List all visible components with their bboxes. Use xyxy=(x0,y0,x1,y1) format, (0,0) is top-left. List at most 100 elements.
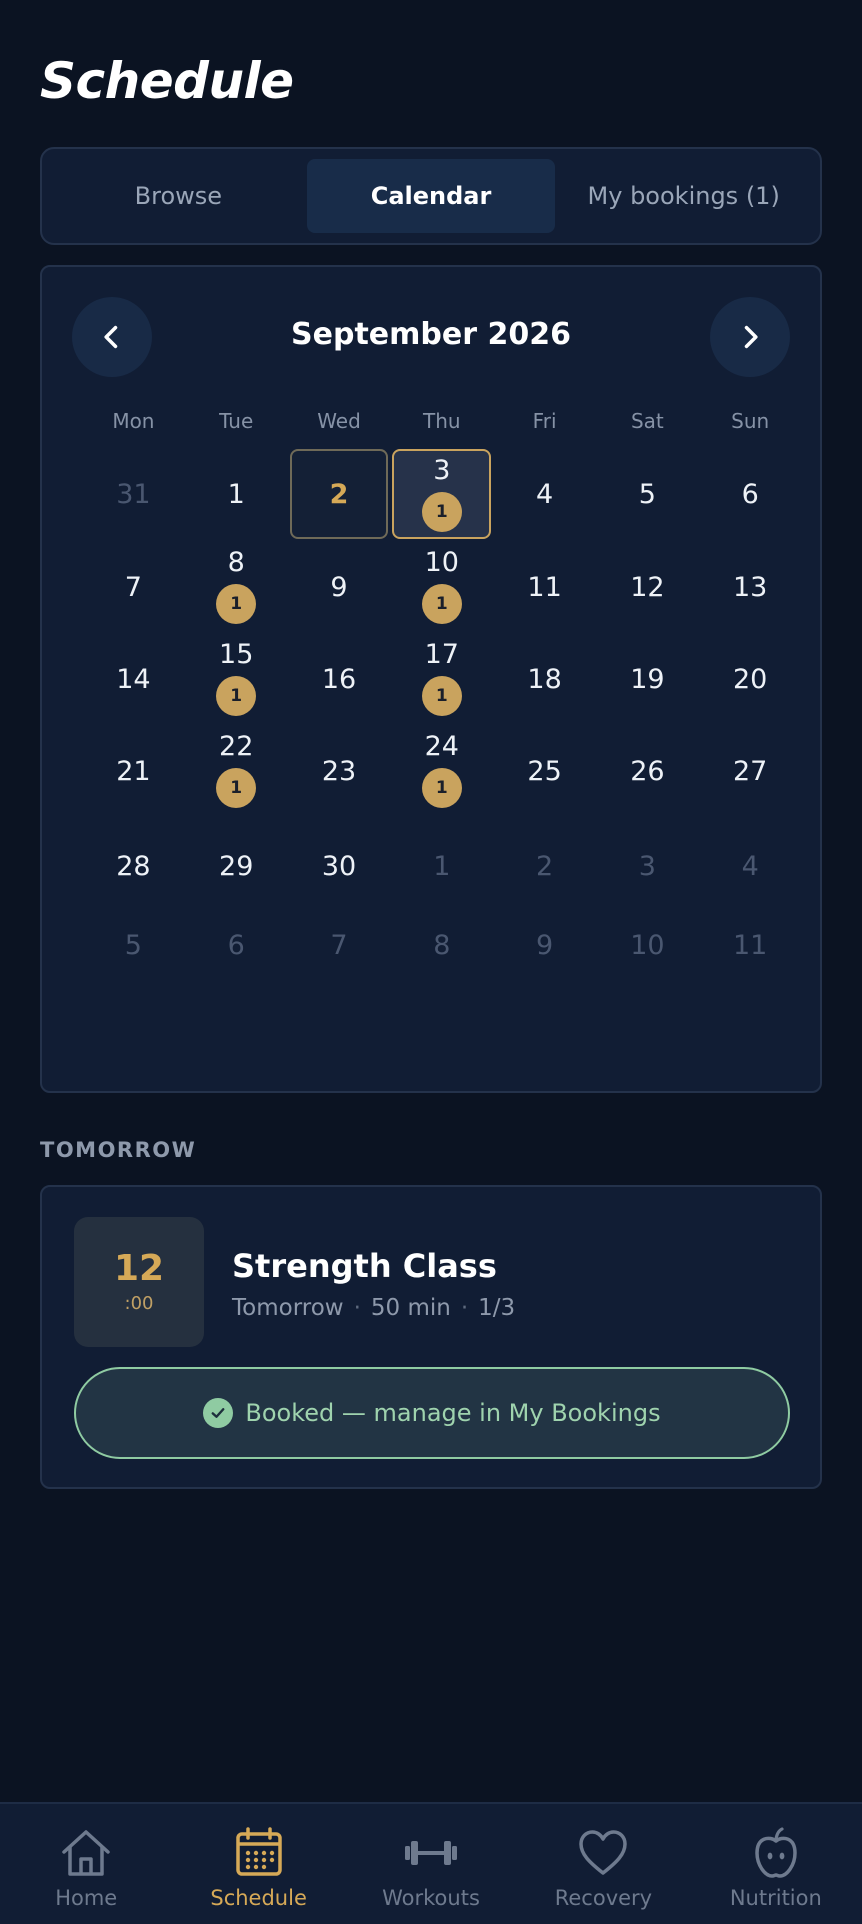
day-number: 5 xyxy=(638,478,656,510)
dumbbell-icon xyxy=(405,1841,458,1865)
calendar-day[interactable]: 24 1 xyxy=(392,727,491,815)
calendar-day[interactable]: 29 xyxy=(187,819,286,913)
day-number: 20 xyxy=(733,663,768,695)
tab-calendar[interactable]: Calendar xyxy=(306,159,556,233)
calendar-day[interactable]: 6 xyxy=(187,917,286,973)
booking-count-badge: 1 xyxy=(421,676,462,716)
calendar-day[interactable]: 20 xyxy=(701,635,800,723)
calendar-day[interactable]: 7 xyxy=(290,917,389,973)
chevron-right-icon xyxy=(744,325,758,349)
calendar-day[interactable]: 10 xyxy=(598,917,697,973)
nav-label-nutrition: Nutrition xyxy=(729,1886,822,1910)
weekday-label: Fri xyxy=(532,409,557,433)
calendar-day[interactable]: 13 xyxy=(701,543,800,631)
event-card[interactable]: 12 :00 Strength Class Tomorrow · 50 min … xyxy=(40,1185,822,1489)
tab-browse[interactable]: Browse xyxy=(54,159,303,233)
calendar-day[interactable]: 1 xyxy=(392,819,491,913)
day-number: 13 xyxy=(733,571,768,603)
booking-count-badge: 1 xyxy=(421,492,462,532)
day-number: 22 xyxy=(219,731,254,762)
nav-item-home[interactable]: Home xyxy=(0,1804,172,1924)
calendar-day[interactable]: 4 xyxy=(701,819,800,913)
event-capacity: 1/3 xyxy=(478,1295,516,1321)
day-number: 26 xyxy=(630,755,665,787)
day-number: 4 xyxy=(535,478,554,510)
day-number: 2 xyxy=(535,850,554,882)
day-number: 19 xyxy=(630,663,665,695)
calendar-day[interactable]: 17 1 xyxy=(392,635,491,723)
booked-status-button[interactable]: Booked — manage in My Bookings xyxy=(74,1367,790,1459)
calendar-day[interactable]: 31 xyxy=(84,449,183,539)
calendar-day[interactable]: 5 xyxy=(598,449,697,539)
calendar-day[interactable]: 1 xyxy=(187,449,286,539)
nav-item-recovery[interactable]: Recovery xyxy=(517,1804,689,1924)
calendar-day[interactable]: 12 xyxy=(598,543,697,631)
event-title: Strength Class xyxy=(232,1247,497,1285)
calendar-day[interactable]: 4 xyxy=(495,449,594,539)
calendar-day[interactable]: 26 xyxy=(598,727,697,815)
event-meta: Tomorrow · 50 min · 1/3 xyxy=(232,1295,515,1321)
calendar-day[interactable]: 7 xyxy=(84,543,183,631)
day-number: 1 xyxy=(433,850,451,882)
day-number: 9 xyxy=(330,571,348,603)
event-duration: 50 min xyxy=(370,1295,451,1321)
heart-icon xyxy=(579,1830,628,1875)
day-number: 10 xyxy=(424,547,459,578)
calendar-day[interactable]: 11 xyxy=(495,543,594,631)
calendar-day[interactable]: 9 xyxy=(290,543,389,631)
weekday-label: Wed xyxy=(317,409,361,433)
calendar-day[interactable]: 14 xyxy=(84,635,183,723)
calendar-day[interactable]: 19 xyxy=(598,635,697,723)
calendar-day[interactable]: 5 xyxy=(84,917,183,973)
calendar-day[interactable]: 18 xyxy=(495,635,594,723)
calendar-day[interactable]: 28 xyxy=(84,819,183,913)
day-number: 4 xyxy=(741,850,759,882)
nav-item-nutrition[interactable]: Nutrition xyxy=(690,1804,862,1924)
day-number: 3 xyxy=(638,850,656,882)
calendar-day[interactable]: 6 xyxy=(701,449,800,539)
calendar-day-selected[interactable]: 31 xyxy=(392,449,492,539)
calendar-day[interactable]: 22 1 xyxy=(187,727,286,815)
home-icon xyxy=(62,1830,110,1876)
day-number: 16 xyxy=(321,663,357,695)
event-minutes: :00 xyxy=(124,1292,154,1314)
calendar-day[interactable]: 81 xyxy=(187,543,286,631)
nav-item-schedule[interactable]: Schedule xyxy=(172,1804,344,1924)
calendar-day[interactable]: 16 xyxy=(290,635,389,723)
segmented-tabs: Browse Calendar My bookings (1) xyxy=(40,147,822,245)
schedule-screen: Schedule Browse Calendar My bookings (1)… xyxy=(0,0,862,1924)
nav-item-workouts[interactable]: Workouts xyxy=(345,1804,517,1924)
calendar-day[interactable]: 21 xyxy=(84,727,183,815)
calendar-day[interactable]: 25 xyxy=(495,727,594,815)
calendar-day[interactable]: 27 xyxy=(701,727,800,815)
calendar-day[interactable]: 2 xyxy=(495,819,594,913)
day-number: 23 xyxy=(321,755,357,787)
calendar-day[interactable]: 3 xyxy=(598,819,697,913)
tab-my-bookings[interactable]: My bookings (1) xyxy=(559,159,808,233)
calendar-day[interactable]: 23 xyxy=(290,727,389,815)
calendar-day[interactable]: 11 xyxy=(701,917,800,973)
day-number: 24 xyxy=(424,731,459,762)
event-hour: 12 xyxy=(113,1247,165,1289)
day-number: 1 xyxy=(227,478,245,510)
nav-label-recovery: Recovery xyxy=(554,1886,653,1910)
calendar-day-today[interactable]: 2 xyxy=(289,449,389,539)
weekday-label: Sun xyxy=(731,409,770,433)
calendar-day[interactable]: 9 xyxy=(495,917,594,973)
calendar-day[interactable]: 15 1 xyxy=(187,635,286,723)
day-number: 14 xyxy=(116,663,151,695)
next-month-button[interactable] xyxy=(710,297,790,377)
calendar-icon xyxy=(235,1827,282,1876)
event-day: Tomorrow xyxy=(232,1295,344,1321)
day-number: 8 xyxy=(227,547,245,578)
calendar-day[interactable]: 8 xyxy=(392,917,491,973)
day-number: 6 xyxy=(741,478,759,510)
booking-count-badge: 1 xyxy=(421,584,462,624)
booking-count-badge: 1 xyxy=(216,584,257,624)
day-number: 11 xyxy=(733,929,768,961)
booking-count-badge: 1 xyxy=(216,676,257,716)
calendar-day[interactable]: 10 1 xyxy=(392,543,491,631)
calendar-day[interactable]: 30 xyxy=(290,819,389,913)
day-number: 25 xyxy=(527,755,562,787)
day-number: 9 xyxy=(535,929,554,961)
